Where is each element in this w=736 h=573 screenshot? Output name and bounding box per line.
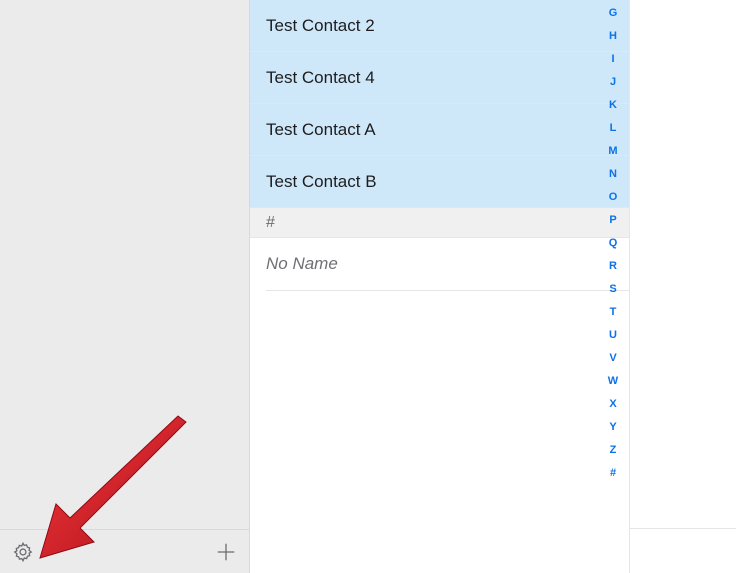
contact-name-placeholder: No Name (266, 254, 338, 274)
groups-sidebar (0, 0, 250, 573)
index-letter[interactable]: K (609, 100, 617, 111)
divider (630, 528, 736, 529)
index-letter[interactable]: Z (610, 445, 617, 456)
index-letter[interactable]: R (609, 261, 617, 272)
contact-list[interactable]: Test Contact 2 Test Contact 4 Test Conta… (250, 0, 629, 291)
index-letter[interactable]: H (609, 31, 617, 42)
alpha-index-bar[interactable]: G H I J K L M N O P Q R S T U V W X Y Z (603, 8, 623, 479)
index-letter[interactable]: J (610, 77, 616, 88)
contact-name: Test Contact 2 (266, 16, 375, 36)
index-letter[interactable]: X (609, 399, 616, 410)
index-letter[interactable]: # (610, 468, 616, 479)
index-letter[interactable]: Q (609, 238, 618, 249)
contact-row[interactable]: No Name (250, 238, 629, 290)
index-letter[interactable]: T (610, 307, 617, 318)
gear-icon[interactable] (12, 541, 34, 563)
detail-pane (630, 0, 736, 573)
plus-icon[interactable] (215, 541, 237, 563)
sidebar-toolbar (0, 529, 249, 573)
contact-row[interactable]: Test Contact B (250, 156, 629, 208)
contact-row[interactable]: Test Contact 2 (250, 0, 629, 52)
contact-row[interactable]: Test Contact 4 (250, 52, 629, 104)
index-letter[interactable]: L (610, 123, 617, 134)
index-letter[interactable]: O (609, 192, 618, 203)
contact-name: Test Contact 4 (266, 68, 375, 88)
index-letter[interactable]: S (609, 284, 616, 295)
index-letter[interactable]: V (609, 353, 616, 364)
index-letter[interactable]: W (608, 376, 618, 387)
section-header-hash: # (250, 208, 629, 238)
index-letter[interactable]: Y (609, 422, 616, 433)
contacts-list-pane: Test Contact 2 Test Contact 4 Test Conta… (250, 0, 630, 573)
index-letter[interactable]: N (609, 169, 617, 180)
index-letter[interactable]: P (609, 215, 616, 226)
index-letter[interactable]: G (609, 8, 618, 19)
section-header-label: # (266, 214, 275, 232)
contact-name: Test Contact B (266, 172, 377, 192)
contact-name: Test Contact A (266, 120, 376, 140)
index-letter[interactable]: I (611, 54, 614, 65)
index-letter[interactable]: M (608, 146, 617, 157)
contact-row[interactable]: Test Contact A (250, 104, 629, 156)
index-letter[interactable]: U (609, 330, 617, 341)
